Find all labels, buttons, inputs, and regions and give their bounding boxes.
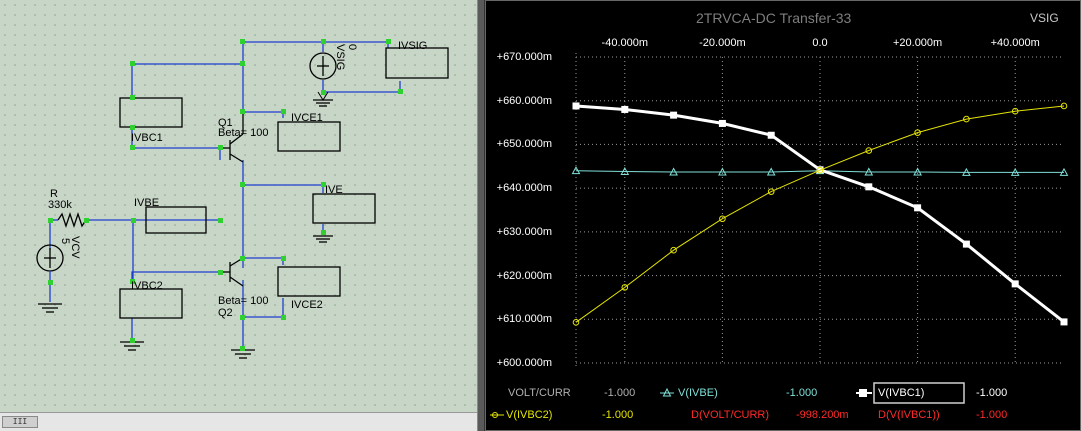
x-tick-label: -40.000m (601, 37, 649, 49)
legend-label: V(IVBC2) (506, 409, 553, 421)
ivce2-label: IVCE2 (291, 299, 323, 311)
point-marker (621, 105, 629, 113)
legend-label: V(IVBE) (678, 387, 718, 399)
x-tick-label: +20.000m (892, 37, 943, 49)
ivbc1-label: IVBC1 (131, 132, 163, 144)
vsig-value: 0 (346, 44, 358, 50)
legend-value: -1.000 (602, 409, 634, 421)
x-tick-label: +40.000m (990, 37, 1040, 49)
y-tick-label: +660.000m (496, 94, 552, 107)
legend-label: V(IVBC1) (878, 387, 925, 399)
x-variable-label: VSIG (1030, 11, 1059, 25)
point-marker (670, 111, 678, 119)
legend-label: D(VOLT/CURR) (691, 409, 770, 421)
legend-label: D(V(IVBC1)) (878, 409, 940, 421)
ivsig-label: IVSIG (398, 40, 427, 52)
legend-value: -1.000 (976, 387, 1008, 399)
y-tick-label: +670.000m (496, 51, 552, 63)
legend-value: -1.000 (604, 387, 636, 399)
point-marker (865, 183, 873, 191)
q2-label: Q2 (218, 307, 233, 319)
scrollbar-thumb[interactable]: III (2, 416, 38, 428)
q1-beta: Beta= 100 (218, 127, 268, 139)
vcv-label: VCV (69, 236, 81, 259)
plot-window[interactable]: 2TRVCA-DC Transfer-33 VSIG -40.000m -20.0… (485, 0, 1081, 431)
legend-value: -1.000 (976, 409, 1008, 421)
y-tick-label: +600.000m (496, 357, 552, 369)
plot-canvas[interactable] (486, 1, 1081, 431)
point-marker (1060, 318, 1068, 326)
q2-beta: Beta= 100 (218, 295, 268, 307)
point-marker (914, 204, 922, 212)
ive-label: IVE (325, 184, 343, 196)
legend-marker-ivbc1 (859, 389, 867, 397)
plot-title: 2TRVCA-DC Transfer-33 (696, 10, 852, 26)
schematic-canvas[interactable]: IVSIG VSIG 0 IVBC1 Q1 Beta= 100 IVCE1 IV… (0, 0, 477, 413)
schematic-editor[interactable]: IVSIG VSIG 0 IVBC1 Q1 Beta= 100 IVCE1 IV… (0, 0, 477, 431)
pane-splitter[interactable] (477, 0, 485, 431)
horizontal-scrollbar[interactable]: III (0, 412, 477, 431)
ivce1-label: IVCE1 (291, 112, 323, 124)
point-marker (962, 240, 970, 248)
ivbe-label: IVBE (134, 197, 159, 209)
point-marker (572, 102, 580, 110)
point-marker (718, 119, 726, 127)
point-marker (1011, 280, 1019, 288)
x-tick-label: -20.000m (699, 37, 746, 49)
y-tick-label: +610.000m (496, 313, 552, 326)
y-tick-label: +650.000m (496, 138, 552, 151)
point-marker (572, 319, 580, 326)
point-marker (767, 131, 775, 139)
y-tick-label: +630.000m (496, 225, 552, 238)
ivbc2-label: IVBC2 (131, 280, 163, 292)
x-tick-label: 0.0 (812, 37, 828, 49)
legend-label: VOLT/CURR (508, 387, 571, 399)
vsig-label: VSIG (334, 44, 346, 70)
y-tick-label: +620.000m (496, 269, 552, 282)
legend-value: -1.000 (786, 387, 818, 399)
y-tick-label: +640.000m (496, 182, 552, 195)
legend-value: -998.200m (796, 409, 849, 421)
r-value: 330k (48, 199, 72, 211)
